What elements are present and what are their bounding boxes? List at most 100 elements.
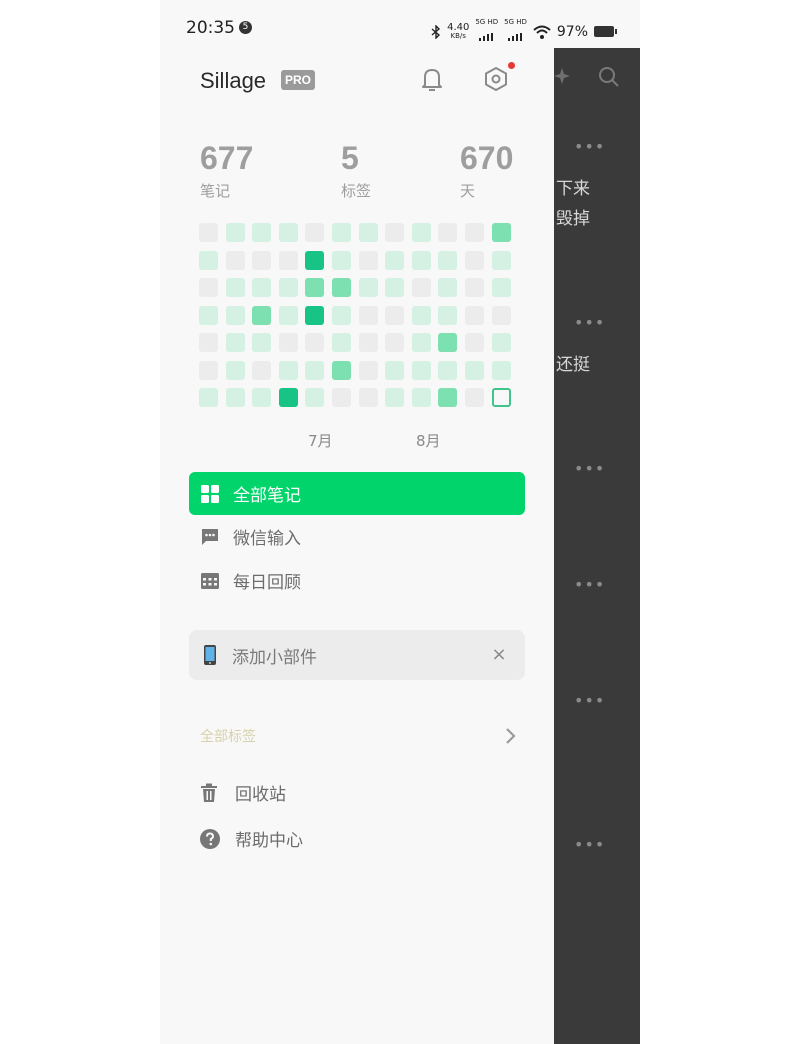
heatmap-cell[interactable]: [438, 251, 457, 270]
stat-days[interactable]: 670 天: [460, 140, 513, 201]
heatmap-cell[interactable]: [492, 223, 511, 242]
heatmap-cell[interactable]: [492, 333, 511, 352]
heatmap-cell[interactable]: [305, 251, 324, 270]
nav-trash[interactable]: 回收站: [200, 780, 286, 805]
heatmap-cell[interactable]: [252, 223, 271, 242]
heatmap-cell[interactable]: [279, 223, 298, 242]
heatmap-cell[interactable]: [465, 306, 484, 325]
nav-all-notes[interactable]: 全部笔记: [189, 472, 525, 515]
heatmap-cell[interactable]: [412, 306, 431, 325]
heatmap-cell[interactable]: [226, 333, 245, 352]
heatmap-cell[interactable]: [385, 278, 404, 297]
heatmap-cell[interactable]: [385, 388, 404, 407]
heatmap-cell[interactable]: [279, 361, 298, 380]
background-note-list[interactable]: ••• 下来 毁掉 ••• 还挺 ••• ••• ••• •••: [554, 48, 640, 1044]
heatmap-cell[interactable]: [465, 361, 484, 380]
heatmap-cell[interactable]: [279, 333, 298, 352]
heatmap-cell[interactable]: [332, 223, 351, 242]
heatmap-cell[interactable]: [226, 278, 245, 297]
heatmap-cell[interactable]: [226, 361, 245, 380]
heatmap-cell[interactable]: [412, 333, 431, 352]
heatmap-cell[interactable]: [252, 388, 271, 407]
heatmap-cell[interactable]: [305, 306, 324, 325]
more-icon[interactable]: •••: [574, 837, 605, 853]
heatmap-cell[interactable]: [359, 333, 378, 352]
heatmap-cell[interactable]: [226, 223, 245, 242]
heatmap-cell[interactable]: [305, 278, 324, 297]
heatmap-cell[interactable]: [305, 388, 324, 407]
more-icon[interactable]: •••: [574, 461, 605, 477]
heatmap-cell[interactable]: [305, 333, 324, 352]
heatmap-cell[interactable]: [199, 388, 218, 407]
heatmap-cell[interactable]: [279, 278, 298, 297]
heatmap-cell[interactable]: [332, 388, 351, 407]
nav-daily-review[interactable]: 每日回顾: [189, 559, 525, 602]
heatmap-cell[interactable]: [252, 278, 271, 297]
heatmap-cell[interactable]: [332, 333, 351, 352]
heatmap-cell[interactable]: [412, 361, 431, 380]
heatmap-cell[interactable]: [465, 278, 484, 297]
heatmap-cell[interactable]: [359, 306, 378, 325]
heatmap-cell[interactable]: [465, 251, 484, 270]
bell-icon[interactable]: [417, 64, 447, 94]
all-tags-row[interactable]: 全部标签: [200, 724, 516, 748]
heatmap-cell[interactable]: [279, 306, 298, 325]
heatmap-cell[interactable]: [359, 223, 378, 242]
nav-wechat-input[interactable]: 微信输入: [189, 515, 525, 558]
heatmap-cell[interactable]: [252, 361, 271, 380]
heatmap-cell[interactable]: [385, 223, 404, 242]
heatmap-cell[interactable]: [438, 361, 457, 380]
heatmap-cell[interactable]: [492, 361, 511, 380]
heatmap-cell[interactable]: [385, 251, 404, 270]
heatmap-cell[interactable]: [412, 251, 431, 270]
heatmap-cell[interactable]: [465, 333, 484, 352]
more-icon[interactable]: •••: [574, 693, 605, 709]
heatmap-cell[interactable]: [305, 223, 324, 242]
heatmap-cell[interactable]: [492, 278, 511, 297]
heatmap-cell[interactable]: [359, 361, 378, 380]
heatmap-cell[interactable]: [438, 333, 457, 352]
heatmap-cell[interactable]: [465, 223, 484, 242]
add-widget-banner[interactable]: 添加小部件 ×: [189, 630, 525, 680]
close-icon[interactable]: ×: [487, 643, 511, 667]
heatmap-cell[interactable]: [226, 306, 245, 325]
heatmap-cell[interactable]: [359, 278, 378, 297]
heatmap-cell[interactable]: [359, 388, 378, 407]
more-icon[interactable]: •••: [574, 315, 605, 331]
heatmap-cell[interactable]: [412, 223, 431, 242]
heatmap-cell[interactable]: [332, 306, 351, 325]
heatmap-cell[interactable]: [438, 388, 457, 407]
heatmap-cell[interactable]: [199, 251, 218, 270]
heatmap-cell[interactable]: [199, 361, 218, 380]
heatmap-cell[interactable]: [199, 278, 218, 297]
heatmap-cell[interactable]: [465, 388, 484, 407]
heatmap-cell[interactable]: [252, 251, 271, 270]
heatmap-cell[interactable]: [252, 333, 271, 352]
nav-help-center[interactable]: 帮助中心: [200, 826, 303, 851]
heatmap-cell[interactable]: [438, 223, 457, 242]
heatmap-cell[interactable]: [332, 361, 351, 380]
stat-notes[interactable]: 677 笔记: [200, 140, 253, 201]
heatmap-cell[interactable]: [438, 306, 457, 325]
heatmap-cell[interactable]: [438, 278, 457, 297]
heatmap-cell[interactable]: [279, 388, 298, 407]
heatmap-cell[interactable]: [332, 278, 351, 297]
heatmap-cell[interactable]: [359, 251, 378, 270]
heatmap-cell[interactable]: [492, 306, 511, 325]
stat-tags[interactable]: 5 标签: [341, 140, 371, 201]
heatmap-cell[interactable]: [305, 361, 324, 380]
heatmap-cell[interactable]: [492, 251, 511, 270]
pro-badge[interactable]: PRO: [281, 70, 316, 90]
heatmap-cell[interactable]: [412, 388, 431, 407]
more-icon[interactable]: •••: [574, 139, 605, 155]
heatmap-cell[interactable]: [385, 361, 404, 380]
heatmap-cell[interactable]: [332, 251, 351, 270]
heatmap-cell[interactable]: [226, 388, 245, 407]
heatmap-cell[interactable]: [412, 278, 431, 297]
more-icon[interactable]: •••: [574, 577, 605, 593]
heatmap-cell[interactable]: [199, 333, 218, 352]
heatmap-cell[interactable]: [385, 333, 404, 352]
settings-icon[interactable]: [481, 64, 511, 94]
heatmap-cell[interactable]: [252, 306, 271, 325]
heatmap-cell[interactable]: [226, 251, 245, 270]
